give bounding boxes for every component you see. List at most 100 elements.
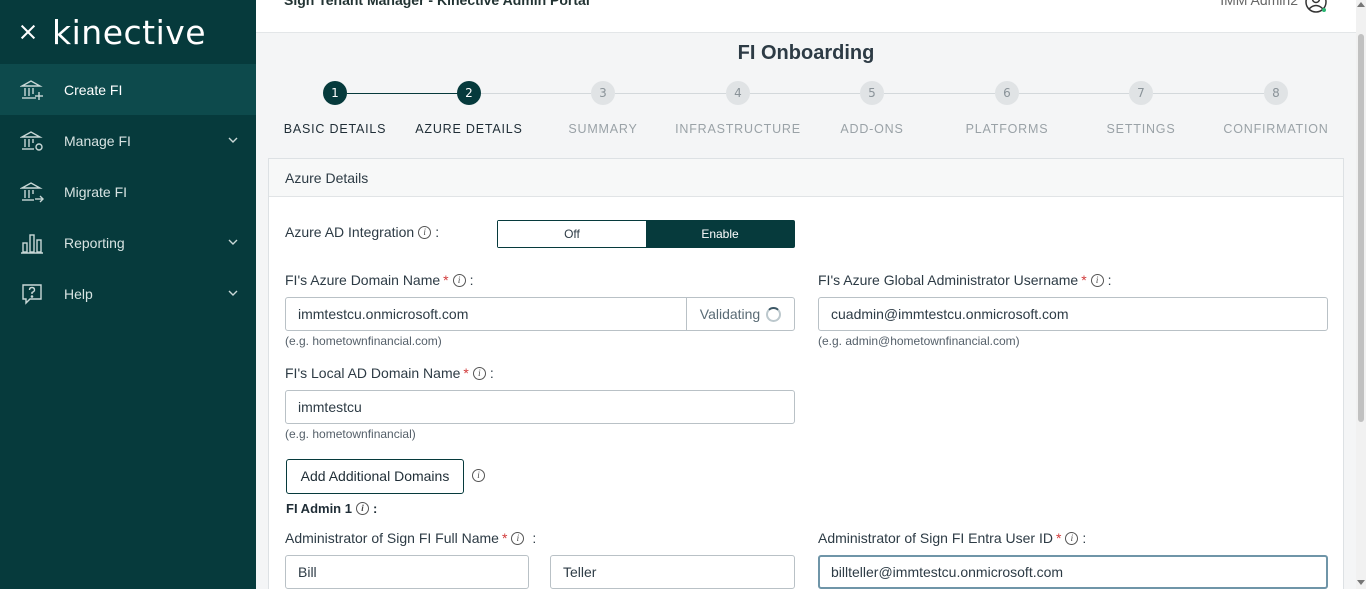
- chevron-down-icon: [228, 290, 238, 296]
- label-colon: :: [489, 365, 494, 381]
- label-colon: :: [1082, 530, 1087, 546]
- admin-name-label: Administrator of Sign FI Full Name * i :: [285, 530, 536, 546]
- add-additional-domains-button[interactable]: Add Additional Domains: [286, 459, 464, 494]
- close-icon[interactable]: [18, 22, 38, 42]
- label-text: Administrator of Sign FI Entra User ID: [818, 530, 1053, 546]
- sidebar-item-migrate-fi[interactable]: Migrate FI: [0, 166, 256, 217]
- chevron-down-icon: [228, 239, 238, 245]
- section-title-text: FI Admin 1: [286, 501, 352, 516]
- step-basic-details[interactable]: 1 BASIC DETAILS: [270, 81, 400, 136]
- label-colon: :: [1107, 272, 1112, 288]
- admin-last-name-input[interactable]: Teller: [550, 555, 795, 589]
- step-number: 3: [591, 81, 615, 105]
- step-add-ons: 5 ADD-ONS: [807, 81, 937, 136]
- step-label: CONFIRMATION: [1223, 122, 1329, 136]
- info-icon[interactable]: i: [511, 531, 525, 545]
- label-colon: :: [435, 224, 440, 240]
- page-title: FI Onboarding: [737, 42, 875, 64]
- azure-ad-label: Azure AD Integration i :: [285, 224, 439, 240]
- admin-entra-id-input[interactable]: billteller@immtestcu.onmicrosoft.com: [818, 555, 1328, 589]
- bank-gear-icon: [20, 129, 44, 153]
- sidebar-header: kinective: [0, 0, 256, 64]
- sidebar-item-label: Manage FI: [64, 132, 131, 149]
- topbar: Sign Tenant Manager - Kinective Admin Po…: [256, 0, 1356, 33]
- label-text: FI's Local AD Domain Name: [285, 365, 461, 381]
- info-icon[interactable]: i: [418, 225, 432, 239]
- label-colon: :: [532, 530, 537, 546]
- sidebar-item-help[interactable]: Help: [0, 268, 256, 319]
- main-content: FI Onboarding 1 BASIC DETAILS 2 AZURE DE…: [256, 33, 1356, 589]
- sidebar-item-reporting[interactable]: Reporting: [0, 217, 256, 268]
- global-admin-input[interactable]: cuadmin@immtestcu.onmicrosoft.com: [818, 297, 1328, 331]
- sidebar-item-label: Migrate FI: [64, 183, 128, 200]
- label-text: FI's Azure Global Administrator Username: [818, 272, 1079, 288]
- global-admin-hint: (e.g. admin@hometownfinancial.com): [818, 334, 1020, 348]
- validating-status: Validating: [686, 297, 795, 331]
- label-text: FI's Azure Domain Name: [285, 272, 441, 288]
- required-marker: *: [1055, 530, 1062, 546]
- step-number: 4: [726, 81, 750, 105]
- bank-plus-icon: [20, 78, 44, 102]
- help-icon: [20, 282, 44, 306]
- azure-ad-toggle: Off Enable: [497, 220, 795, 248]
- sidebar-item-label: Reporting: [64, 234, 125, 251]
- label-colon: :: [372, 501, 378, 516]
- azure-domain-label: FI's Azure Domain Name * i :: [285, 272, 474, 288]
- info-icon[interactable]: i: [355, 502, 369, 515]
- step-number: 1: [323, 81, 347, 105]
- step-label: AZURE DETAILS: [415, 122, 523, 136]
- required-marker: *: [463, 365, 469, 381]
- label-text: Administrator of Sign FI Full Name: [285, 530, 499, 546]
- user-avatar-icon[interactable]: [1304, 0, 1328, 14]
- info-icon[interactable]: i: [1065, 531, 1079, 545]
- toggle-off-button[interactable]: Off: [498, 221, 646, 247]
- info-icon[interactable]: i: [1090, 273, 1104, 287]
- step-label: SETTINGS: [1106, 122, 1176, 136]
- sidebar-item-label: Help: [64, 285, 93, 302]
- step-infrastructure: 4 INFRASTRUCTURE: [673, 81, 803, 136]
- step-number: 7: [1129, 81, 1153, 105]
- chevron-down-icon: [228, 137, 238, 143]
- step-label: INFRASTRUCTURE: [675, 122, 801, 136]
- required-marker: *: [501, 530, 508, 546]
- step-label: SUMMARY: [568, 122, 638, 136]
- step-summary: 3 SUMMARY: [538, 81, 668, 136]
- azure-domain-input[interactable]: immtestcu.onmicrosoft.com: [285, 297, 687, 331]
- label-text: Azure AD Integration: [285, 224, 415, 240]
- sidebar-item-label: Create FI: [64, 81, 123, 98]
- card-title: Azure Details: [269, 159, 1343, 197]
- admin-entra-label: Administrator of Sign FI Entra User ID *…: [818, 530, 1086, 546]
- azure-details-card: Azure Details Azure AD Integration i : O…: [268, 158, 1344, 589]
- azure-domain-hint: (e.g. hometownfinancial.com): [285, 334, 442, 348]
- step-number: 2: [457, 81, 481, 105]
- local-domain-input[interactable]: immtestcu: [285, 390, 795, 424]
- scroll-up-icon[interactable]: [1357, 2, 1365, 7]
- step-number: 6: [995, 81, 1019, 105]
- toggle-enable-button[interactable]: Enable: [646, 221, 794, 247]
- required-marker: *: [443, 272, 449, 288]
- sidebar: kinective Create FI Manage FI Migrate FI…: [0, 0, 256, 589]
- required-marker: *: [1081, 272, 1087, 288]
- bar-chart-icon: [20, 231, 44, 255]
- spinner-icon: [766, 306, 782, 322]
- info-icon[interactable]: i: [452, 273, 466, 287]
- scroll-down-icon[interactable]: [1357, 580, 1365, 585]
- info-icon[interactable]: i: [472, 469, 485, 482]
- scrollbar-thumb[interactable]: [1358, 34, 1364, 422]
- bank-arrow-icon: [20, 180, 44, 204]
- sidebar-item-create-fi[interactable]: Create FI: [0, 64, 256, 115]
- step-label: ADD-ONS: [840, 122, 904, 136]
- admin-first-name-input[interactable]: Bill: [285, 555, 529, 589]
- app-title: Sign Tenant Manager - Kinective Admin Po…: [284, 0, 590, 8]
- user-name[interactable]: IMM Admin2: [1220, 0, 1298, 8]
- step-azure-details[interactable]: 2 AZURE DETAILS: [404, 81, 534, 136]
- step-label: BASIC DETAILS: [283, 122, 387, 136]
- local-domain-hint: (e.g. hometownfinancial): [285, 427, 416, 441]
- step-settings: 7 SETTINGS: [1076, 81, 1206, 136]
- page-scrollbar[interactable]: [1356, 0, 1366, 589]
- step-confirmation: 8 CONFIRMATION: [1211, 81, 1341, 136]
- fi-admin-section-title: FI Admin 1 i :: [286, 501, 377, 516]
- validating-label: Validating: [699, 306, 761, 322]
- info-icon[interactable]: i: [472, 366, 486, 380]
- sidebar-item-manage-fi[interactable]: Manage FI: [0, 115, 256, 166]
